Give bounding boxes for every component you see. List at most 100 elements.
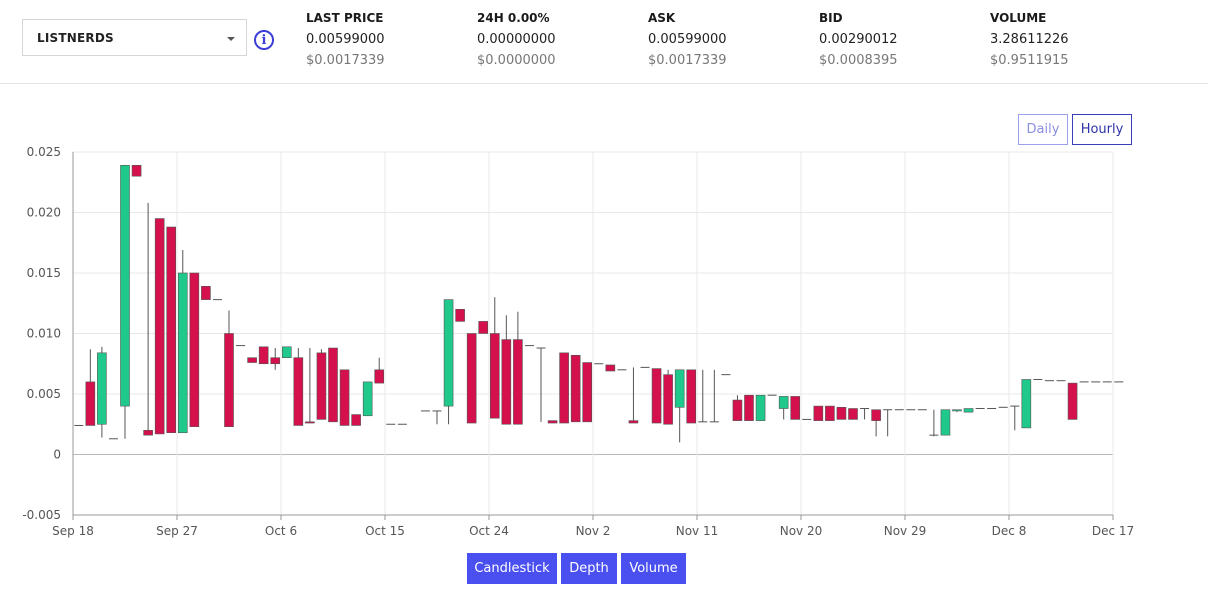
stat-ask: ASK 0.00599000 $0.0017339 (648, 10, 727, 70)
stat-bid: BID 0.00290012 $0.0008395 (819, 10, 898, 70)
candle-body (836, 407, 847, 420)
stat-value: 0.00290012 (819, 32, 898, 47)
stat-value: 0.00599000 (306, 32, 385, 47)
candle-body (744, 394, 754, 421)
x-tick-label: Nov 29 (884, 524, 927, 538)
market-selector[interactable]: LISTNERDS (22, 19, 247, 56)
stat-label: ASK (648, 11, 676, 25)
candle-body (143, 429, 153, 436)
candle-body (813, 405, 824, 421)
candle-body (570, 354, 581, 423)
x-tick-label: Dec 17 (1092, 524, 1134, 538)
candle-body (131, 165, 142, 177)
candle-body (97, 352, 107, 425)
stat-value: 3.28611226 (990, 32, 1069, 47)
candle-body (825, 405, 835, 421)
candle-body (952, 409, 962, 412)
x-tick-label: Oct 6 (265, 524, 297, 538)
x-tick-label: Nov 20 (780, 524, 823, 538)
candle-body (328, 347, 338, 423)
candle-body (755, 394, 766, 421)
candle-body (281, 346, 292, 358)
x-tick-label: Dec 8 (992, 524, 1027, 538)
x-tick-label: Sep 27 (156, 524, 198, 538)
candle-body (166, 226, 177, 434)
candle-body (513, 339, 523, 425)
candle-body (305, 421, 315, 424)
stat-usd: $0.0000000 (477, 53, 556, 68)
stat-label: 24H 0.00% (477, 11, 550, 25)
stat-24h-change: 24H 0.00% 0.00000000 $0.0000000 (477, 10, 556, 70)
candle-body (940, 409, 951, 436)
candle-body (778, 396, 789, 409)
candle-body (871, 409, 881, 421)
y-tick-label: 0.015 (27, 266, 61, 280)
stat-usd: $0.9511915 (990, 53, 1069, 68)
x-tick-label: Sep 18 (52, 524, 94, 538)
market-header: LISTNERDS i LAST PRICE 0.00599000 $0.001… (0, 0, 1208, 84)
stat-label: LAST PRICE (306, 11, 384, 25)
candle-body (605, 364, 616, 372)
stat-label: BID (819, 11, 843, 25)
candle-body (351, 414, 361, 426)
candle-body (559, 352, 569, 424)
y-tick-label: 0.025 (27, 145, 61, 159)
candle-body (1021, 379, 1032, 429)
candle-body (247, 357, 257, 363)
stat-usd: $0.0008395 (819, 53, 898, 68)
candle-body (732, 399, 743, 421)
stat-usd: $0.0017339 (648, 53, 727, 68)
tab-candlestick[interactable]: Candlestick (467, 553, 557, 584)
candle-body (374, 369, 385, 384)
candle-body (316, 352, 327, 420)
candle-body (189, 272, 200, 427)
candle-body (455, 308, 465, 322)
stat-usd: $0.0017339 (306, 53, 385, 68)
candle-body (790, 396, 801, 420)
candle-body (628, 420, 639, 424)
candlestick-chart: -0.005 0 0.005 0.010 0.015 0.020 0.025 Sep 18 Se… (22, 145, 1134, 538)
y-tick-label: 0.005 (27, 387, 61, 401)
candle-body (963, 408, 974, 413)
x-tick-label: Oct 15 (365, 524, 405, 538)
candle-body (1067, 382, 1078, 420)
candle-body (270, 357, 281, 365)
y-tick-label: 0 (53, 448, 61, 462)
stat-last-price: LAST PRICE 0.00599000 $0.0017339 (306, 10, 385, 70)
candle-body (293, 357, 304, 426)
candle-body (674, 369, 685, 408)
y-tick-label: -0.005 (22, 508, 61, 522)
tab-volume[interactable]: Volume (621, 553, 686, 584)
x-tick-label: Oct 24 (469, 524, 509, 538)
candle-body (466, 333, 477, 424)
info-icon[interactable]: i (254, 30, 274, 50)
stat-value: 0.00599000 (648, 32, 727, 47)
tab-depth[interactable]: Depth (561, 553, 617, 584)
stat-label: VOLUME (990, 11, 1047, 25)
candle-body (224, 333, 234, 427)
candle-body (848, 408, 858, 420)
y-tick-label: 0.010 (27, 327, 61, 341)
candle-body (651, 368, 662, 424)
x-tick-label: Nov 11 (676, 524, 719, 538)
candle-body (201, 286, 211, 300)
candle-body (85, 381, 96, 426)
candle-body (443, 299, 454, 407)
x-tick-label: Nov 2 (576, 524, 611, 538)
candle-body (478, 321, 489, 334)
candle-body (489, 333, 500, 419)
stat-volume: VOLUME 3.28611226 $0.9511915 (990, 10, 1069, 70)
candle-body (177, 272, 188, 434)
candle-body (339, 369, 350, 426)
candle-body (582, 362, 593, 423)
candle-body (258, 346, 269, 365)
candle-body (686, 369, 697, 424)
candle-body (501, 339, 512, 425)
candle-body (154, 218, 165, 435)
candle-body (362, 381, 373, 417)
y-tick-label: 0.020 (27, 206, 61, 220)
stat-value: 0.00000000 (477, 32, 556, 47)
caret-down-icon (227, 37, 235, 41)
candle-body (120, 165, 130, 407)
market-symbol: LISTNERDS (37, 31, 114, 45)
